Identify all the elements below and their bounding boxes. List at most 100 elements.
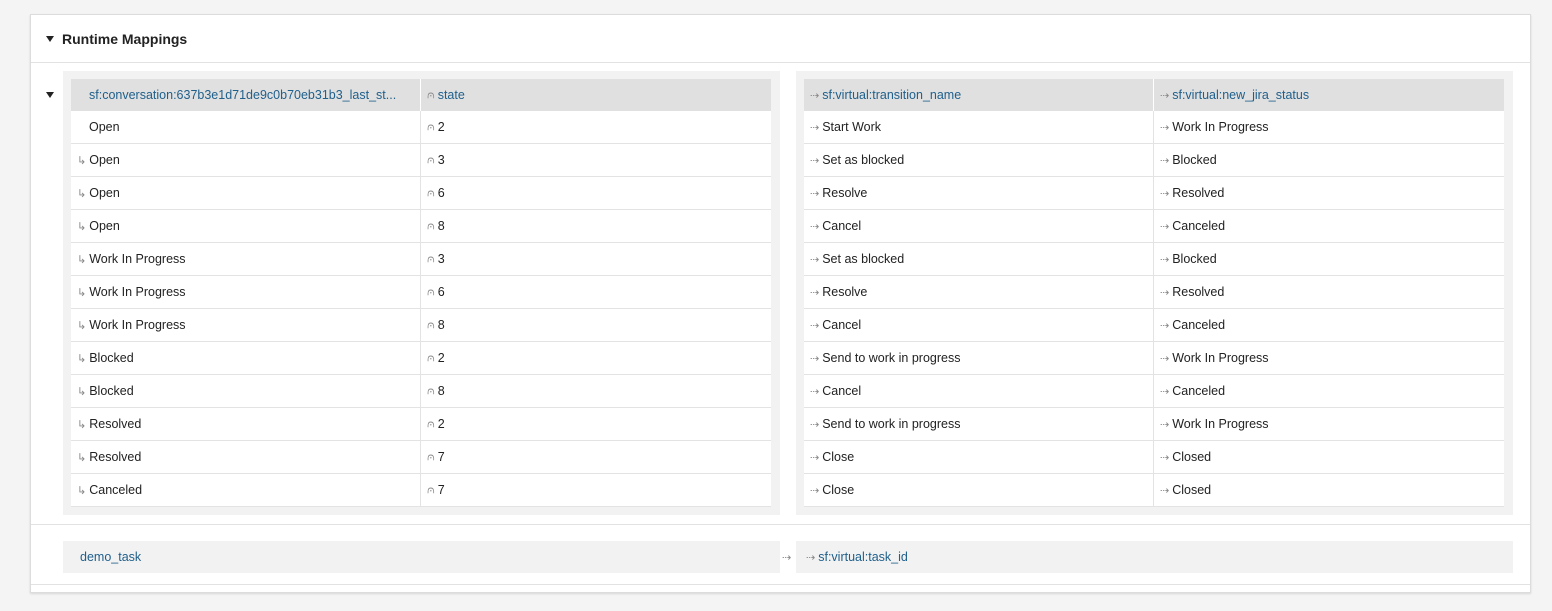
transition-name-cell[interactable]: ⇢ Close [804,474,1154,506]
transition-name-cell[interactable]: ⇢ Start Work [804,111,1154,143]
jira-status: Resolved [1172,285,1225,299]
jira-status-cell[interactable]: ⇢ Blocked [1154,144,1504,176]
header-new-jira-status[interactable]: ⇢ sf:virtual:new_jira_status [1154,79,1504,111]
transition-name-cell[interactable]: ⇢ Set as blocked [804,243,1154,275]
state-label-cell[interactable]: ↳ Work In Progress [71,309,421,341]
table-row[interactable]: ⇢ Resolve ⇢ Resolved [804,276,1504,309]
table-row[interactable]: ↳ Work In Progress ⩀ 8 [71,309,771,342]
state-label-cell[interactable]: ↳ Blocked [71,375,421,407]
table-row[interactable]: ↳ Blocked ⩀ 8 [71,375,771,408]
transition-name-cell[interactable]: ⇢ Set as blocked [804,144,1154,176]
footer-source[interactable]: demo_task [63,541,780,573]
state-label-cell[interactable]: ↳ Canceled [71,474,421,506]
state-value-cell[interactable]: ⩀ 3 [421,243,771,275]
table-row[interactable]: ↳ Open ⩀ 8 [71,210,771,243]
table-row[interactable]: ↳ Open ⩀ 6 [71,177,771,210]
state-label-cell[interactable]: ↳ Resolved [71,408,421,440]
footer-target[interactable]: ⇢ sf:virtual:task_id [796,541,1513,573]
table-row[interactable]: ⇢ Close ⇢ Closed [804,474,1504,507]
state-value-cell[interactable]: ⩀ 2 [421,408,771,440]
transition-name-cell[interactable]: ⇢ Cancel [804,309,1154,341]
table-row[interactable]: ⇢ Set as blocked ⇢ Blocked [804,144,1504,177]
transition-name-cell[interactable]: ⇢ Resolve [804,276,1154,308]
header-source-field-label[interactable]: sf:conversation:637b3e1d71de9c0b70eb31b3… [77,88,396,102]
jira-status-cell[interactable]: ⇢ Blocked [1154,243,1504,275]
jira-status-cell[interactable]: ⇢ Canceled [1154,375,1504,407]
state-value-cell[interactable]: ⩀ 8 [421,309,771,341]
state-label-cell[interactable]: Open [71,111,421,143]
header-source-field[interactable]: sf:conversation:637b3e1d71de9c0b70eb31b3… [71,79,421,111]
mapping-collapse-caret-icon[interactable] [46,92,54,98]
jira-status-cell[interactable]: ⇢ Canceled [1154,210,1504,242]
state-value-cell[interactable]: ⩀ 6 [421,177,771,209]
table-row[interactable]: ⇢ Send to work in progress ⇢ Work In Progre… [804,342,1504,375]
state-value: 2 [437,120,445,134]
state-icon: ⩀ [427,318,435,331]
jira-status-cell[interactable]: ⇢ Closed [1154,441,1504,473]
state-label-cell[interactable]: ↳ Open [71,144,421,176]
table-row[interactable]: ↳ Work In Progress ⩀ 3 [71,243,771,276]
transition-name-cell[interactable]: ⇢ Cancel [804,375,1154,407]
state-label-cell[interactable]: ↳ Open [71,177,421,209]
panel-header[interactable]: Runtime Mappings [31,15,1530,63]
jira-status-cell[interactable]: ⇢ Canceled [1154,309,1504,341]
state-label-cell[interactable]: ↳ Open [71,210,421,242]
jira-status: Resolved [1172,186,1225,200]
header-state-label[interactable]: state [438,88,465,102]
table-row[interactable]: ⇢ Cancel ⇢ Canceled [804,309,1504,342]
jira-status-cell[interactable]: ⇢ Closed [1154,474,1504,506]
table-header-row: sf:conversation:637b3e1d71de9c0b70eb31b3… [71,79,771,111]
state-label-cell[interactable]: ↳ Work In Progress [71,243,421,275]
jira-status: Closed [1172,483,1212,497]
table-row[interactable]: ⇢ Close ⇢ Closed [804,441,1504,474]
header-transition-name-label[interactable]: sf:virtual:transition_name [822,88,961,102]
table-row[interactable]: ↳ Work In Progress ⩀ 6 [71,276,771,309]
state-label-cell[interactable]: ↳ Work In Progress [71,276,421,308]
state-value-cell[interactable]: ⩀ 2 [421,342,771,374]
header-new-jira-status-label[interactable]: sf:virtual:new_jira_status [1172,88,1309,102]
table-row[interactable]: ⇢ Cancel ⇢ Canceled [804,375,1504,408]
state-icon: ⩀ [427,186,435,199]
table-row[interactable]: ↳ Resolved ⩀ 7 [71,441,771,474]
arrow-icon: ⇢ [810,154,820,167]
jira-status-cell[interactable]: ⇢ Resolved [1154,276,1504,308]
jira-status-cell[interactable]: ⇢ Resolved [1154,177,1504,209]
table-row[interactable]: Open ⩀ 2 [71,111,771,144]
table-row[interactable]: ⇢ Set as blocked ⇢ Blocked [804,243,1504,276]
state-label-cell[interactable]: ↳ Blocked [71,342,421,374]
transition-name-cell[interactable]: ⇢ Close [804,441,1154,473]
transition-name: Close [822,450,855,464]
jira-status-cell[interactable]: ⇢ Work In Progress [1154,342,1504,374]
state-label-cell[interactable]: ↳ Resolved [71,441,421,473]
table-row[interactable]: ↳ Canceled ⩀ 7 [71,474,771,507]
state-value-cell[interactable]: ⩀ 8 [421,375,771,407]
state-value-cell[interactable]: ⩀ 2 [421,111,771,143]
transition-name-cell[interactable]: ⇢ Send to work in progress [804,342,1154,374]
header-state[interactable]: ⩀ state [421,79,771,111]
jira-status-cell[interactable]: ⇢ Work In Progress [1154,408,1504,440]
table-row[interactable]: ⇢ Start Work ⇢ Work In Progress [804,111,1504,144]
transition-name-cell[interactable]: ⇢ Cancel [804,210,1154,242]
arrow-icon: ⇢ [810,385,820,398]
state-value-cell[interactable]: ⩀ 6 [421,276,771,308]
table-row[interactable]: ⇢ Send to work in progress ⇢ Work In Progre… [804,408,1504,441]
transition-name-cell[interactable]: ⇢ Send to work in progress [804,408,1154,440]
table-row[interactable]: ↳ Open ⩀ 3 [71,144,771,177]
header-transition-name[interactable]: ⇢ sf:virtual:transition_name [804,79,1154,111]
transition-name: Set as blocked [822,153,905,167]
state-value-cell[interactable]: ⩀ 8 [421,210,771,242]
state-value-cell[interactable]: ⩀ 7 [421,474,771,506]
table-row[interactable]: ↳ Blocked ⩀ 2 [71,342,771,375]
jira-status-cell[interactable]: ⇢ Work In Progress [1154,111,1504,143]
footer-source-label[interactable]: demo_task [80,550,141,564]
arrow-icon: ⇢ [810,484,820,497]
table-row[interactable]: ↳ Resolved ⩀ 2 [71,408,771,441]
state-value-cell[interactable]: ⩀ 7 [421,441,771,473]
state-value-cell[interactable]: ⩀ 3 [421,144,771,176]
table-row[interactable]: ⇢ Resolve ⇢ Resolved [804,177,1504,210]
collapse-caret-icon[interactable] [46,35,54,42]
transition-name: Resolve [822,285,868,299]
transition-name-cell[interactable]: ⇢ Resolve [804,177,1154,209]
footer-target-label[interactable]: sf:virtual:task_id [818,550,908,564]
table-row[interactable]: ⇢ Cancel ⇢ Canceled [804,210,1504,243]
